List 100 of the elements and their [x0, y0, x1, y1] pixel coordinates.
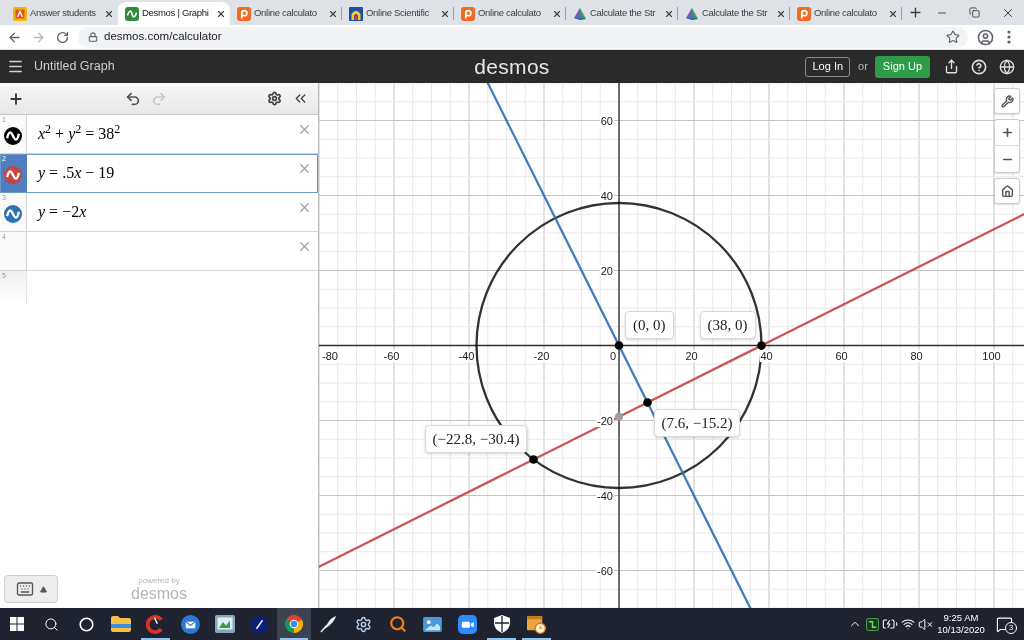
disc-icon	[250, 615, 268, 633]
search-icon	[44, 616, 60, 632]
mute-icon	[917, 616, 933, 632]
mail-icon	[180, 614, 200, 634]
close-icon	[552, 8, 562, 19]
help-icon	[971, 58, 987, 75]
star-icon	[946, 30, 960, 44]
close-icon	[888, 8, 898, 19]
or-text: or	[858, 59, 868, 75]
redo-icon	[151, 90, 167, 107]
desmos-logo: desmos	[474, 54, 550, 79]
windows-logo-icon	[10, 617, 25, 631]
tick-label: -60	[596, 564, 614, 577]
tick-label: -40	[596, 489, 614, 502]
globe-icon	[999, 58, 1015, 75]
gear-icon	[354, 615, 372, 633]
wrench-icon	[1000, 94, 1014, 108]
graph-settings-button[interactable]	[994, 88, 1020, 114]
keyboard-icon	[15, 580, 34, 598]
plus-icon	[8, 90, 24, 107]
feather-icon	[320, 615, 338, 633]
site-logo-icon	[685, 6, 699, 21]
point-marker-icon	[615, 412, 623, 421]
point-label: (0, 0)	[625, 310, 674, 339]
site-logo-icon	[573, 6, 587, 21]
tick-label: 80	[909, 349, 924, 362]
tick-label: 60	[599, 114, 614, 127]
reload-icon	[55, 30, 69, 44]
browser-tab[interactable]: Desmos | Graphi	[118, 2, 230, 25]
tick-label: -40	[457, 349, 476, 362]
caret-icon	[39, 585, 47, 593]
home-icon	[1000, 184, 1014, 198]
browser-tab[interactable]: Online calculato	[230, 2, 342, 25]
curve-style-icon[interactable]	[4, 127, 22, 145]
taskbar-button[interactable]	[276, 608, 312, 640]
browser-tab[interactable]: Calculate the Str	[566, 2, 678, 25]
forward-arrow-icon	[30, 29, 46, 45]
close-icon	[328, 8, 338, 19]
folder-icon	[111, 616, 132, 632]
device-icon	[214, 615, 235, 633]
point-marker-icon	[529, 455, 538, 464]
desmos-logo: desmos	[131, 585, 187, 602]
browser-tab[interactable]: Online Scientific	[342, 2, 454, 25]
close-icon	[664, 8, 674, 19]
graph-paper[interactable]: -80 -60 -40 -20 0 20 40 60 80 100 -60 -40 -20 20 40 60 (0, 0) (38, 0) (7.6, −15.2) (−22.8, −30.4)	[319, 83, 1024, 608]
shield-icon	[493, 615, 510, 633]
site-logo-icon	[349, 6, 363, 21]
bookmark-button[interactable]	[944, 28, 962, 46]
magnifier-icon	[388, 615, 407, 633]
lock-icon	[88, 32, 98, 42]
close-icon	[104, 8, 114, 19]
browser-tab[interactable]: Answer students	[6, 2, 118, 25]
menu-icon	[6, 58, 24, 75]
clock-button[interactable]: 9:25 AM 10/13/2020	[938, 608, 984, 640]
battery-icon	[882, 616, 899, 632]
expression-field[interactable]: x$^{2}$ + y$^{2}$ = 38$^{2}$	[27, 115, 296, 153]
video-camera-icon	[457, 614, 477, 634]
chrome-icon	[285, 615, 304, 633]
tick-label: -60	[382, 349, 401, 362]
share-icon	[943, 59, 959, 74]
tick-label: -80	[321, 349, 339, 362]
point-marker-icon	[757, 341, 766, 350]
user-icon	[976, 28, 994, 46]
expression-field[interactable]: y = .5x − 19	[27, 154, 296, 192]
expression-field[interactable]: y = −2x	[27, 193, 296, 231]
picture-icon	[422, 616, 442, 632]
site-logo-icon	[797, 6, 811, 21]
tick-label: -20	[532, 349, 551, 362]
ring-icon	[79, 616, 94, 632]
menu-icon	[1007, 30, 1011, 44]
tick-label: 20	[599, 264, 614, 277]
site-logo-icon	[13, 6, 27, 21]
tick-label: 0	[608, 349, 617, 362]
keyboard-button[interactable]	[4, 575, 58, 603]
powered-by-caption: powered by	[138, 576, 180, 585]
point-label: (−22.8, −30.4)	[424, 424, 528, 453]
login-button[interactable]: Log In	[805, 56, 851, 77]
home-button[interactable]	[994, 178, 1020, 204]
app-icon	[866, 617, 880, 631]
tick-label: 40	[599, 189, 614, 202]
calendar-clock-icon	[526, 614, 546, 634]
restore-icon	[969, 7, 980, 18]
site-logo-icon	[125, 6, 139, 21]
tick-label: -20	[596, 414, 614, 427]
close-icon	[216, 8, 226, 19]
graph-title[interactable]: Untitled Graph	[34, 57, 115, 76]
point-marker-icon	[614, 341, 624, 350]
close-icon	[776, 8, 786, 19]
point-label: (7.6, −15.2)	[653, 408, 741, 437]
signup-button[interactable]: Sign Up	[874, 55, 930, 78]
point-label: (38, 0)	[699, 310, 756, 339]
browser-tab[interactable]: Calculate the Str	[678, 2, 790, 25]
tick-label: 60	[834, 349, 849, 362]
plus-icon	[908, 4, 923, 20]
tick-label: 20	[684, 349, 699, 362]
browser-tab[interactable]: Online calculato	[790, 2, 902, 25]
address-bar[interactable]: desmos.com/calculator	[78, 26, 968, 48]
site-logo-icon	[461, 6, 475, 21]
undo-icon	[125, 90, 141, 107]
browser-tab[interactable]: Online calculato	[454, 2, 566, 25]
